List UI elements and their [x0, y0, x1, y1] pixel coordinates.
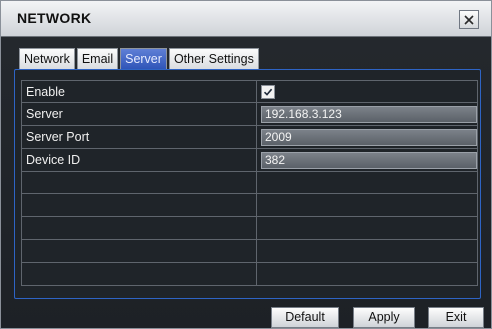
network-dialog: NETWORK Network Email Server Other Setti…: [0, 0, 492, 329]
tab-server[interactable]: Server: [120, 48, 167, 70]
close-icon: [464, 14, 474, 25]
empty-cell: [21, 194, 257, 217]
empty-cell: [21, 240, 257, 263]
tab-email[interactable]: Email: [76, 48, 119, 70]
dialog-title: NETWORK: [17, 10, 92, 26]
empty-cell: [257, 171, 478, 194]
server-value-cell: 192.168.3.123: [257, 102, 478, 125]
tab-network[interactable]: Network: [19, 48, 75, 70]
empty-cell: [257, 240, 478, 263]
table-row: [21, 194, 478, 218]
table-row: [21, 240, 478, 264]
exit-button[interactable]: Exit: [428, 307, 484, 328]
device-id-value-cell: 382: [257, 148, 478, 171]
enable-value-cell: [257, 81, 478, 102]
table-row: Server Port 2009: [21, 125, 478, 149]
server-label: Server: [21, 102, 257, 125]
tab-other-settings[interactable]: Other Settings: [168, 48, 259, 70]
checkmark-icon: [263, 88, 273, 96]
device-id-field[interactable]: 382: [261, 151, 477, 169]
table-row: Server 192.168.3.123: [21, 102, 478, 126]
table-row: [21, 171, 478, 195]
server-port-value-cell: 2009: [257, 125, 478, 148]
server-port-field[interactable]: 2009: [261, 128, 477, 146]
server-port-label: Server Port: [21, 125, 257, 148]
empty-cell: [257, 194, 478, 217]
enable-checkbox[interactable]: [261, 85, 275, 99]
empty-cell: [257, 217, 478, 240]
enable-label: Enable: [21, 81, 257, 102]
table-row: Device ID 382: [21, 148, 478, 172]
server-settings-panel: Enable Server 192.168.3.123 Server Port: [14, 69, 481, 299]
device-id-label: Device ID: [21, 148, 257, 171]
table-row: [21, 217, 478, 241]
default-button[interactable]: Default: [271, 307, 339, 328]
dialog-footer: Default Apply Exit: [1, 307, 491, 329]
settings-table: Enable Server 192.168.3.123 Server Port: [21, 80, 478, 287]
table-row: Enable: [21, 80, 478, 103]
empty-cell: [257, 263, 478, 286]
close-button[interactable]: [459, 10, 479, 29]
empty-cell: [21, 263, 257, 286]
empty-cell: [21, 171, 257, 194]
title-bar: NETWORK: [1, 1, 491, 37]
server-address-field[interactable]: 192.168.3.123: [261, 105, 477, 123]
table-row: [21, 263, 478, 287]
apply-button[interactable]: Apply: [353, 307, 415, 328]
empty-cell: [21, 217, 257, 240]
